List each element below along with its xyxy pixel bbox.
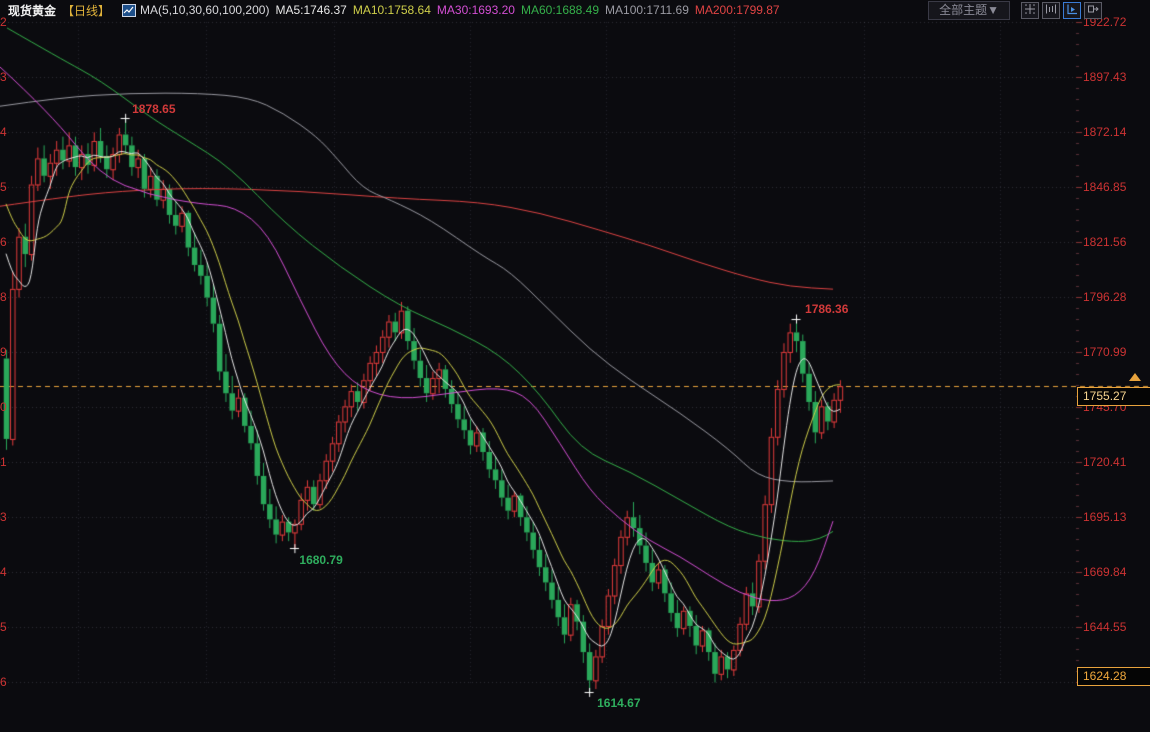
left-axis-digit: 4 [0,564,9,580]
pan-right-icon [1087,3,1099,18]
axis-mode-icon [1066,3,1078,18]
ma200-value: MA200:1799.87 [695,3,780,17]
price-up-arrow-icon [1129,373,1141,381]
y-axis-label: 1770.99 [1083,344,1147,360]
toolbar: 现货黄金 【日线】 MA(5,10,30,60,100,200) MA5:174… [0,0,1150,20]
ma100-value: MA100:1711.69 [605,3,689,17]
axis-mode-button[interactable] [1063,2,1081,19]
y-axis-label: 1821.56 [1083,234,1147,250]
left-axis-digit: 3 [0,69,9,85]
ma-settings-label: MA(5,10,30,60,100,200) [140,3,269,17]
swing-low-annotation: 1680.79 [299,553,342,567]
left-axis-digit: 6 [0,674,9,690]
left-axis-digit: 0 [0,399,9,415]
symbol-title: 现货黄金 [8,2,56,19]
ma30-value: MA30:1693.20 [437,3,515,17]
ma5-value: MA5:1746.37 [275,3,346,17]
y-axis-label: 1644.55 [1083,619,1147,635]
y-axis-label: 1846.85 [1083,179,1147,195]
left-axis-digit: 9 [0,344,9,360]
swing-high-annotation: 1878.65 [132,102,175,116]
left-axis-digit: 5 [0,179,9,195]
swing-low-annotation: 1614.67 [597,696,640,710]
y-axis-label: 1796.28 [1083,289,1147,305]
pan-mode-button[interactable] [1084,2,1102,19]
theme-selector-button[interactable]: 全部主题▼ [928,1,1010,20]
swing-high-annotation: 1786.36 [805,302,848,316]
crosshair-tool-button[interactable] [1021,2,1039,19]
left-axis-digit: 8 [0,289,9,305]
ma10-value: MA10:1758.64 [353,3,431,17]
range-low-tag: 1624.28 [1077,667,1150,686]
chart-window: 现货黄金 【日线】 MA(5,10,30,60,100,200) MA5:174… [0,0,1150,732]
left-axis-digit: 1 [0,454,9,470]
scale-fit-icon [1045,3,1057,18]
y-axis-label: 1872.14 [1083,124,1147,140]
y-axis-label: 1897.43 [1083,69,1147,85]
period-label: 【日线】 [62,2,110,19]
left-axis-digit: 4 [0,124,9,140]
left-axis-digit: 5 [0,619,9,635]
left-axis-digit: 3 [0,509,9,525]
left-axis-digit: 6 [0,234,9,250]
scale-fit-button[interactable] [1042,2,1060,19]
current-price-tag: 1755.27 [1077,387,1150,406]
y-axis-label: 1720.41 [1083,454,1147,470]
crosshair-icon [1024,3,1036,18]
toolbar-right-group: 全部主题▼ [928,1,1102,20]
chart-type-icon[interactable] [122,4,136,17]
y-axis-label: 1695.13 [1083,509,1147,525]
ma60-value: MA60:1688.49 [521,3,599,17]
y-axis-label: 1669.84 [1083,564,1147,580]
